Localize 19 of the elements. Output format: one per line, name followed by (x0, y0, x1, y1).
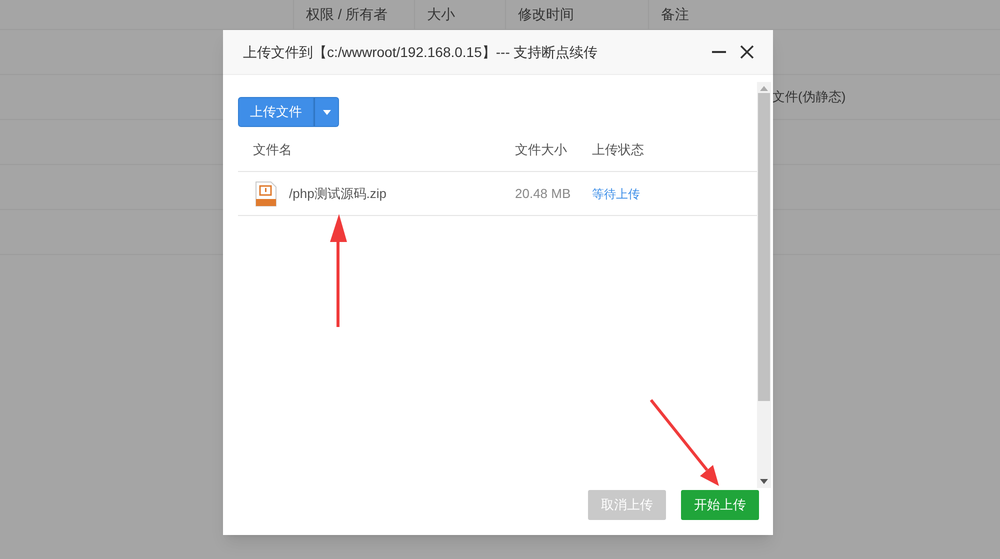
upload-status: 等待上传 (592, 186, 640, 202)
zip-file-icon (255, 180, 277, 206)
scrollbar[interactable] (757, 82, 771, 488)
file-size: 20.48 MB (515, 184, 572, 203)
column-header: 大小 (427, 5, 455, 24)
dialog-button[interactable]: 开始上传 (681, 490, 759, 520)
column-header: 修改时间 (518, 5, 574, 24)
scroll-down-icon[interactable] (760, 479, 768, 484)
file-name: /php测试源码.zip (289, 184, 387, 203)
column-header: 权限 / 所有者 (306, 5, 388, 24)
caret-icon (322, 110, 330, 114)
table-cell-text: 文件(伪静态) (772, 88, 846, 106)
column-header: 文件名 (252, 140, 293, 159)
column-header: 上传状态 (592, 140, 644, 159)
dropdown-button[interactable] (314, 97, 339, 127)
dialog-title: 上传文件到【c:/wwwroot/192.168.0.15】--- 支持断点续传 (243, 42, 598, 62)
column-header: 文件大小 (515, 140, 568, 159)
column-header: 备注 (661, 5, 689, 24)
upload-file-button[interactable]: 上传文件 (238, 97, 314, 127)
